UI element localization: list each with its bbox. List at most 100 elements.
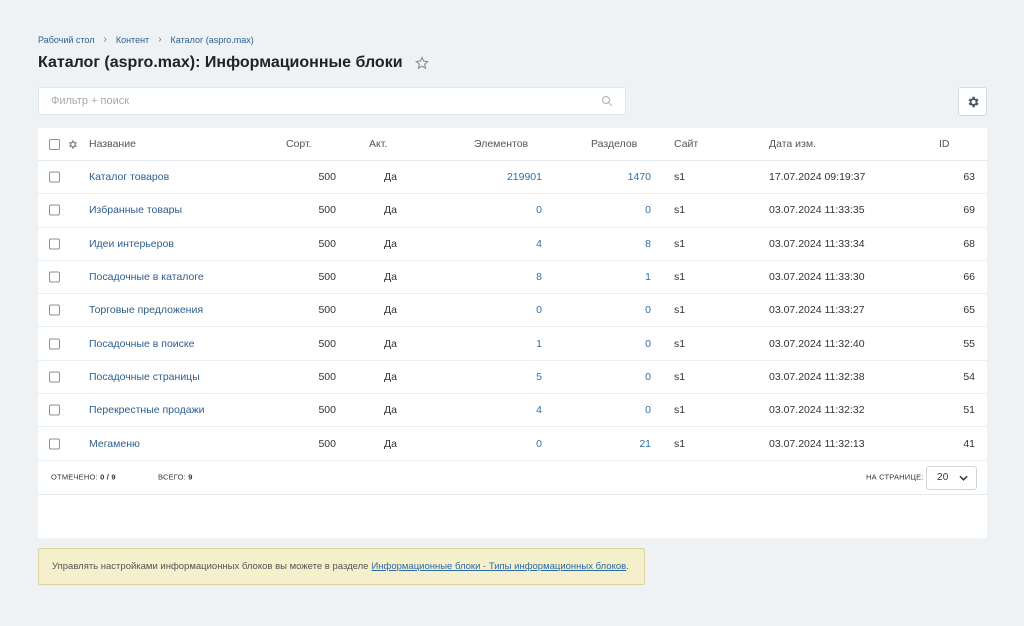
breadcrumb-item-catalog[interactable]: Каталог (aspro.max)	[171, 35, 254, 45]
row-sort: 500	[318, 370, 336, 383]
row-sort: 500	[318, 337, 336, 350]
column-header-elements[interactable]: Элементов	[474, 138, 528, 150]
table-row[interactable]: Посадочные страницы 500 Да 5 0 s1 03.07.2024 1…	[38, 361, 987, 395]
row-id: 68	[963, 237, 975, 250]
row-sections-link[interactable]: 0	[591, 204, 651, 216]
row-elements-link[interactable]: 4	[474, 238, 542, 250]
row-sections-link[interactable]: 1	[591, 271, 651, 283]
grid-body: Каталог товаров 500 Да 219901 1470 s1 17.07.20…	[38, 161, 987, 461]
row-active: Да	[384, 404, 397, 417]
row-name-link[interactable]: Посадочные в поиске	[89, 338, 194, 350]
row-elements-link[interactable]: 0	[474, 304, 542, 316]
per-page-select[interactable]: 20	[926, 465, 977, 490]
total-value: 9	[188, 472, 193, 482]
row-checkbox[interactable]	[49, 371, 60, 383]
row-site: s1	[674, 237, 686, 250]
row-name-link[interactable]: Посадочные в каталоге	[89, 271, 204, 283]
row-sections-link[interactable]: 0	[591, 404, 651, 416]
row-active: Да	[384, 204, 397, 217]
row-name-link[interactable]: Избранные товары	[89, 204, 182, 216]
settings-button[interactable]	[958, 87, 987, 116]
table-row[interactable]: Посадочные в поиске 500 Да 1 0 s1 03.07.2024 1…	[38, 327, 987, 361]
table-row[interactable]: Перекрестные продажи 500 Да 4 0 s1 03.07.2024 …	[38, 394, 987, 428]
select-all-checkbox[interactable]	[49, 138, 60, 150]
row-checkbox[interactable]	[49, 204, 60, 216]
row-name-link[interactable]: Посадочные страницы	[89, 371, 200, 383]
table-row[interactable]: Мегаменю 500 Да 0 21 s1 03.07.2024 11:32:13 41	[38, 427, 987, 461]
filter-search-input[interactable]	[51, 95, 601, 107]
row-date: 03.07.2024 11:33:34	[769, 237, 865, 250]
column-header-date[interactable]: Дата изм.	[769, 138, 816, 150]
row-elements-link[interactable]: 1	[474, 338, 542, 350]
row-elements-link[interactable]: 0	[474, 204, 542, 216]
row-site: s1	[674, 171, 686, 184]
notice-link[interactable]: Информационные блоки - Типы информационн…	[371, 561, 626, 572]
row-sections-link[interactable]: 0	[591, 338, 651, 350]
row-sort: 500	[318, 237, 336, 250]
row-site: s1	[674, 404, 686, 417]
row-elements-link[interactable]: 5	[474, 371, 542, 383]
row-checkbox[interactable]	[49, 338, 60, 350]
row-date: 03.07.2024 11:33:30	[769, 271, 865, 284]
column-header-id[interactable]: ID	[939, 138, 950, 150]
row-name-link[interactable]: Торговые предложения	[89, 304, 203, 316]
row-sections-link[interactable]: 0	[591, 371, 651, 383]
breadcrumb: Рабочий стол › Контент › Каталог (aspro.…	[38, 34, 254, 45]
row-sections-link[interactable]: 8	[591, 238, 651, 250]
row-checkbox[interactable]	[49, 304, 60, 316]
total-count: ВСЕГО: 9	[158, 473, 193, 482]
row-checkbox[interactable]	[49, 404, 60, 416]
table-row[interactable]: Идеи интерьеров 500 Да 4 8 s1 03.07.2024 11:33…	[38, 228, 987, 261]
column-header-site[interactable]: Сайт	[674, 138, 698, 150]
row-name-link[interactable]: Каталог товаров	[89, 171, 169, 183]
row-id: 63	[963, 171, 975, 184]
row-sections-link[interactable]: 21	[591, 438, 651, 450]
star-icon[interactable]	[414, 56, 429, 70]
row-name-link[interactable]: Перекрестные продажи	[89, 404, 205, 416]
column-settings-icon[interactable]	[67, 139, 78, 150]
row-sections-link[interactable]: 1470	[591, 171, 651, 183]
row-site: s1	[674, 337, 686, 350]
row-active: Да	[384, 370, 397, 383]
row-sections-link[interactable]: 0	[591, 304, 651, 316]
row-elements-link[interactable]: 219901	[474, 171, 542, 183]
chevron-right-icon: ›	[103, 34, 107, 45]
row-name-link[interactable]: Идеи интерьеров	[89, 238, 174, 250]
chevron-right-icon: ›	[158, 34, 162, 45]
row-elements-link[interactable]: 8	[474, 271, 542, 283]
selected-value: 0 / 9	[100, 472, 116, 482]
row-date: 17.07.2024 09:19:37	[769, 171, 866, 184]
grid-header: Название Сорт. Акт. Элементов Разделов С…	[38, 128, 987, 161]
table-row[interactable]: Торговые предложения 500 Да 0 0 s1 03.07.2024 …	[38, 294, 987, 328]
row-active: Да	[384, 171, 397, 184]
row-active: Да	[384, 237, 397, 250]
row-id: 51	[963, 404, 975, 417]
row-active: Да	[384, 304, 397, 317]
row-checkbox[interactable]	[49, 171, 60, 183]
column-header-sort[interactable]: Сорт.	[286, 138, 312, 150]
column-header-sections[interactable]: Разделов	[591, 138, 637, 150]
table-row[interactable]: Каталог товаров 500 Да 219901 1470 s1 17.07.20…	[38, 161, 987, 195]
info-notice: Управлять настройками информационных бло…	[38, 548, 645, 585]
column-header-active[interactable]: Акт.	[369, 138, 387, 150]
search-icon[interactable]	[601, 95, 613, 107]
breadcrumb-item-desktop[interactable]: Рабочий стол	[38, 35, 95, 45]
row-elements-link[interactable]: 4	[474, 404, 542, 416]
table-row[interactable]: Избранные товары 500 Да 0 0 s1 03.07.2024 11:3…	[38, 194, 987, 228]
row-id: 66	[963, 271, 975, 284]
row-site: s1	[674, 204, 686, 217]
row-id: 69	[963, 204, 975, 217]
row-id: 41	[963, 437, 975, 450]
notice-suffix: .	[626, 561, 629, 572]
row-checkbox[interactable]	[49, 438, 60, 450]
table-row[interactable]: Посадочные в каталоге 500 Да 8 1 s1 03.07.2024…	[38, 261, 987, 295]
column-header-name[interactable]: Название	[89, 138, 136, 150]
row-name-link[interactable]: Мегаменю	[89, 438, 140, 450]
row-checkbox[interactable]	[49, 238, 60, 250]
row-sort: 500	[318, 437, 336, 450]
filter-bar[interactable]	[38, 87, 626, 115]
breadcrumb-item-content[interactable]: Контент	[116, 35, 149, 45]
row-elements-link[interactable]: 0	[474, 438, 542, 450]
row-active: Да	[384, 271, 397, 284]
row-checkbox[interactable]	[49, 271, 60, 283]
